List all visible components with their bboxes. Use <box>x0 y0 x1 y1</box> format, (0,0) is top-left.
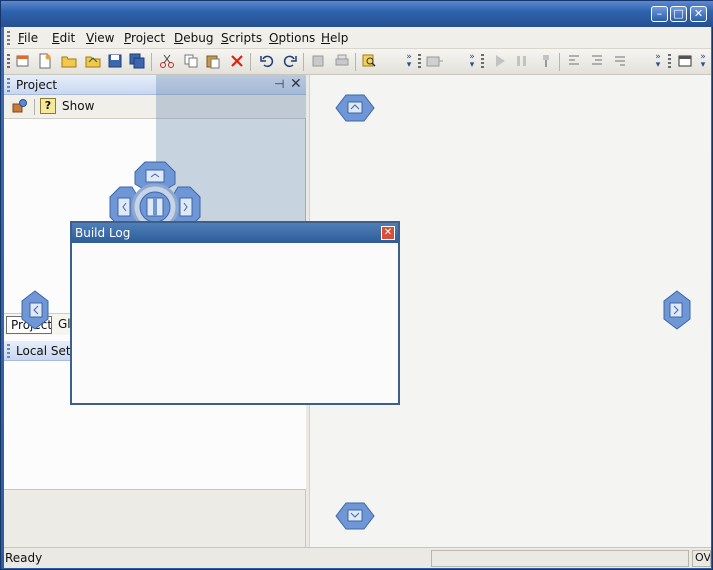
delete-icon[interactable] <box>228 53 246 71</box>
toolbar-overflow-chevron-icon[interactable]: » ▾ <box>699 53 707 71</box>
status-panel <box>431 550 689 567</box>
print-icon[interactable] <box>333 53 351 71</box>
project-settings-icon[interactable] <box>12 98 28 118</box>
minimize-button[interactable]: – <box>651 6 668 22</box>
save-icon[interactable] <box>106 53 124 71</box>
new-project-icon[interactable] <box>14 53 32 71</box>
debug-icon[interactable] <box>537 53 555 71</box>
new-file-icon[interactable] <box>36 53 54 71</box>
menu-options[interactable]: Options <box>269 31 315 45</box>
menu-file[interactable]: File <box>18 31 38 45</box>
undo-icon[interactable] <box>258 53 276 71</box>
menu-grip-icon[interactable] <box>7 31 10 45</box>
menu-edit[interactable]: Edit <box>52 31 75 45</box>
menu-bar: File Edit View Project Debug Scripts Opt… <box>4 27 711 49</box>
dock-top-icon[interactable] <box>334 91 376 125</box>
menu-view[interactable]: View <box>86 31 114 45</box>
toolbar-overflow-chevron-icon[interactable]: » ▾ <box>654 53 662 71</box>
maximize-button[interactable]: □ <box>670 6 687 22</box>
build-log-window[interactable]: Build Log ✕ <box>70 221 400 405</box>
dock-bottom-icon[interactable] <box>334 499 376 533</box>
title-bar[interactable]: – □ ✕ <box>1 1 713 27</box>
project-pane-title: Project <box>16 78 58 92</box>
help-icon[interactable]: ? <box>40 98 56 114</box>
status-ready-text: Ready <box>5 551 43 565</box>
toolbar-separator <box>303 53 304 71</box>
copy-icon[interactable] <box>182 53 200 71</box>
menu-scripts[interactable]: Scripts <box>221 31 262 45</box>
status-bar: Ready OVR <box>4 547 711 568</box>
main-toolbar: » ▾ » ▾ » ▾ » ▾ <box>4 49 711 75</box>
pane-grip-icon[interactable] <box>7 344 10 358</box>
toolbar-overflow-chevron-icon[interactable]: » ▾ <box>405 53 413 71</box>
app-window: – □ ✕ File Edit View Project Debug Scrip… <box>0 0 713 570</box>
find-icon[interactable] <box>360 53 378 71</box>
cut-icon[interactable] <box>158 53 176 71</box>
toolbar-grip-icon[interactable] <box>481 54 484 70</box>
build-icon[interactable] <box>309 53 327 71</box>
menu-debug[interactable]: Debug <box>174 31 213 45</box>
paste-icon[interactable] <box>204 53 222 71</box>
dock-left-icon[interactable] <box>18 289 52 331</box>
left-bottom-panel <box>4 489 306 547</box>
build-log-close-button[interactable]: ✕ <box>381 226 395 240</box>
window-icon[interactable] <box>676 53 694 71</box>
dock-right-icon[interactable] <box>660 289 694 331</box>
status-mode-panel: OVR <box>692 550 711 567</box>
compile-icon[interactable] <box>426 53 444 71</box>
open-folder-icon[interactable] <box>60 53 78 71</box>
toolbar-separator <box>34 99 35 115</box>
step-into-icon[interactable] <box>565 53 583 71</box>
toolbar-separator <box>151 53 152 71</box>
show-button[interactable]: Show <box>62 99 94 113</box>
save-all-icon[interactable] <box>128 53 146 71</box>
build-log-titlebar[interactable]: Build Log ✕ <box>72 223 398 243</box>
run-icon[interactable] <box>491 53 509 71</box>
toolbar-overflow-chevron-icon[interactable]: » ▾ <box>468 53 476 71</box>
toolbar-separator <box>355 53 356 71</box>
toolbar-grip-icon[interactable] <box>418 54 421 70</box>
toolbar-separator <box>559 53 560 71</box>
toolbar-grip-icon[interactable] <box>7 54 10 70</box>
toolbar-grip-icon[interactable] <box>668 54 671 70</box>
build-log-title: Build Log <box>75 226 131 240</box>
pause-icon[interactable] <box>513 53 531 71</box>
menu-project[interactable]: Project <box>124 31 165 45</box>
toolbar-separator <box>250 53 251 71</box>
step-over-icon[interactable] <box>588 53 606 71</box>
redo-icon[interactable] <box>281 53 299 71</box>
step-out-icon[interactable] <box>611 53 629 71</box>
close-button[interactable]: ✕ <box>690 6 707 22</box>
open-icon[interactable] <box>84 53 102 71</box>
menu-help[interactable]: Help <box>321 31 348 45</box>
pane-grip-icon[interactable] <box>7 78 10 92</box>
client-area: File Edit View Project Debug Scripts Opt… <box>4 27 711 568</box>
